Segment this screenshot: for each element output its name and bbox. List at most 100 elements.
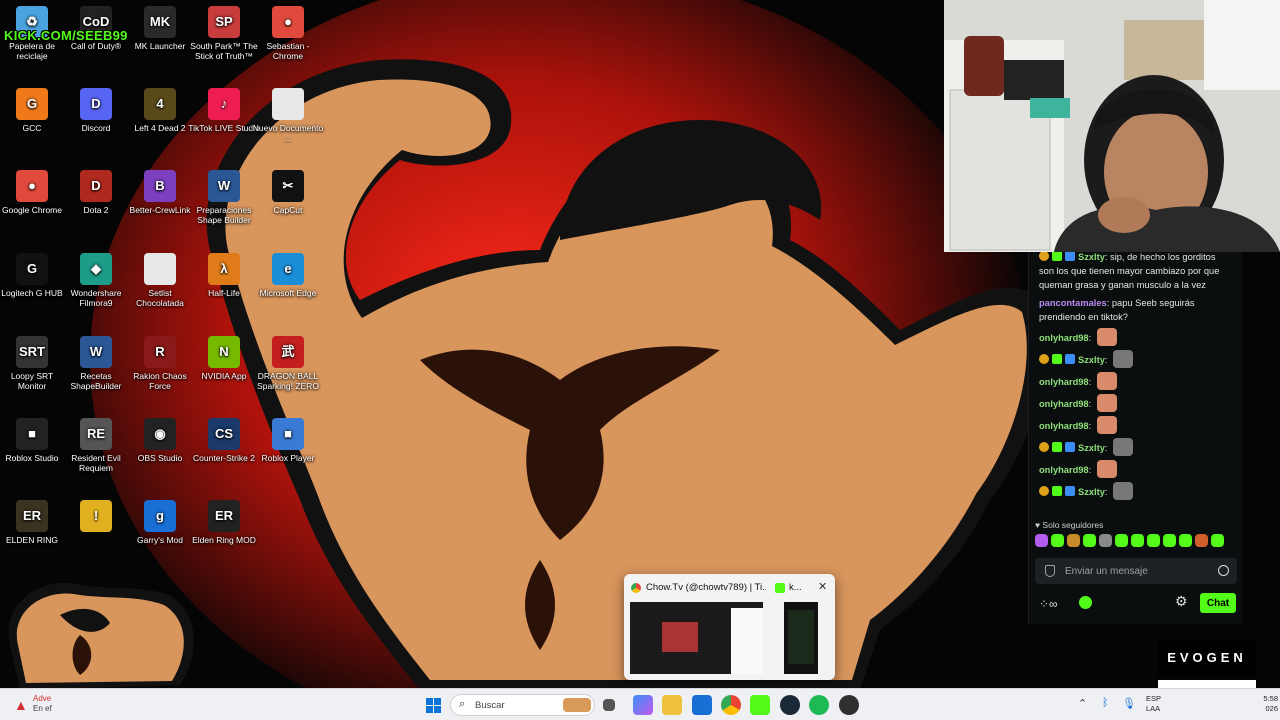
desktop-shortcut[interactable]: ER Elden Ring MOD	[188, 500, 260, 545]
preview-tab2-title[interactable]: k...	[789, 582, 802, 593]
chat-username[interactable]: onlyhard98	[1039, 377, 1089, 387]
desktop-shortcut[interactable]: ◆ Wondershare Filmora9	[60, 253, 132, 308]
desktop-shortcut-label: Recetas ShapeBuilder	[70, 371, 122, 391]
app-icon: R	[144, 336, 176, 368]
followers-only-notice: ♥ Solo seguidores	[1035, 520, 1103, 530]
language-indicator[interactable]: ESP LAA	[1146, 694, 1161, 714]
file-explorer-icon[interactable]	[662, 695, 682, 715]
chrome-taskbar-icon[interactable]	[721, 695, 741, 715]
chat-separator: :	[1088, 421, 1094, 431]
desktop-shortcut[interactable]: 4 Left 4 Dead 2	[124, 88, 196, 133]
chat-message-input[interactable]: Enviar un mensaje	[1035, 558, 1237, 584]
desktop-shortcut[interactable]: ● Google Chrome	[0, 170, 68, 215]
desktop-shortcut[interactable]: Setlist Chocolatada	[124, 253, 196, 308]
settings-gear-icon[interactable]: ⚙	[1175, 593, 1188, 610]
desktop-shortcut[interactable]: CS Counter-Strike 2	[188, 418, 260, 463]
desktop-shortcut-label: TikTok LIVE Studio	[188, 123, 260, 133]
desktop-shortcut[interactable]: N NVIDIA App	[188, 336, 260, 381]
task-view-icon[interactable]	[603, 699, 615, 711]
emote-icon[interactable]	[1195, 534, 1208, 547]
kick-logo-icon[interactable]	[1079, 596, 1092, 609]
desktop-shortcut[interactable]: MK MK Launcher	[124, 6, 196, 51]
warning-icon: ▲	[14, 697, 28, 713]
desktop-shortcut[interactable]: !	[60, 500, 132, 535]
emote-icon[interactable]	[1035, 534, 1048, 547]
desktop-shortcut[interactable]: SP South Park™ The Stick of Truth™	[188, 6, 260, 61]
emote-icon[interactable]	[1067, 534, 1080, 547]
chat-username[interactable]: Szxlty	[1078, 487, 1105, 497]
copilot-icon[interactable]	[633, 695, 653, 715]
emote-icon[interactable]	[1083, 534, 1096, 547]
emote-icon[interactable]	[1115, 534, 1128, 547]
desktop-shortcut[interactable]: G GCC	[0, 88, 68, 133]
emote-icon[interactable]	[1179, 534, 1192, 547]
desktop-shortcut[interactable]: RE Resident Evil Requiem	[60, 418, 132, 473]
bluetooth-icon[interactable]: ᛒ	[1102, 697, 1109, 709]
desktop-shortcut[interactable]: B Better-CrewLink	[124, 170, 196, 215]
obs-taskbar-icon[interactable]	[839, 695, 859, 715]
preview-tab1-title[interactable]: Chow.Tv (@chowtv789) | Ti...	[646, 582, 766, 593]
notification-widget[interactable]: Adve En ef	[33, 694, 52, 714]
app-icon: SP	[208, 6, 240, 38]
desktop-shortcut-label: Counter-Strike 2	[193, 453, 255, 463]
clock[interactable]: 5:58 026	[1254, 694, 1278, 714]
emote-icon[interactable]	[1051, 534, 1064, 547]
desktop-shortcut[interactable]: 武 DRAGON BALL Sparking! ZERO	[252, 336, 324, 391]
desktop-shortcut[interactable]: λ Half-Life	[188, 253, 260, 298]
emote-icon[interactable]	[1211, 534, 1224, 547]
chat-username[interactable]: Szxlty	[1078, 443, 1105, 453]
desktop-shortcut[interactable]: W Preparaciones Shape Builder	[188, 170, 260, 225]
desktop-shortcut[interactable]: D Dota 2	[60, 170, 132, 215]
windows-start-icon[interactable]	[426, 698, 441, 713]
desktop-shortcut[interactable]: W Recetas ShapeBuilder	[60, 336, 132, 391]
desktop-shortcut[interactable]: ■ Roblox Player	[252, 418, 324, 463]
desktop-shortcut[interactable]: Nuevo Documento ...	[252, 88, 324, 143]
microsoft-store-icon[interactable]	[692, 695, 712, 715]
emote-icon[interactable]	[1099, 534, 1112, 547]
desktop-shortcut[interactable]: e Microsoft Edge	[252, 253, 324, 298]
chat-message: Szxlty:	[1029, 436, 1243, 458]
steam-icon[interactable]	[780, 695, 800, 715]
chat-username[interactable]: Szxlty	[1078, 252, 1105, 262]
desktop-shortcut-label: Discord	[81, 123, 111, 133]
send-chat-button[interactable]: Chat	[1200, 593, 1236, 613]
desktop-shortcut[interactable]: ■ Roblox Studio	[0, 418, 68, 463]
spotify-icon[interactable]	[809, 695, 829, 715]
taskbar-thumbnail-preview[interactable]: Chow.Tv (@chowtv789) | Ti... k... ✕	[624, 574, 835, 680]
chat-username[interactable]: onlyhard98	[1039, 465, 1089, 475]
emote-icon[interactable]	[1131, 534, 1144, 547]
emote-icon[interactable]	[1163, 534, 1176, 547]
chat-username[interactable]: Szxlty	[1078, 355, 1105, 365]
taskbar-search-box[interactable]: ⌕ Buscar	[450, 694, 595, 716]
chat-username[interactable]: pancontamales	[1039, 298, 1107, 308]
emoji-icon[interactable]	[1218, 565, 1229, 576]
chat-username[interactable]: onlyhard98	[1039, 421, 1089, 431]
gift-badge-icon	[1052, 486, 1062, 496]
chat-username[interactable]: onlyhard98	[1039, 399, 1089, 409]
desktop-shortcut[interactable]: ♪ TikTok LIVE Studio	[188, 88, 260, 133]
chat-username[interactable]: onlyhard98	[1039, 333, 1089, 343]
app-icon: W	[80, 336, 112, 368]
desktop-shortcut[interactable]: ◉ OBS Studio	[124, 418, 196, 463]
preview-thumbnail-tiktok[interactable]	[630, 602, 763, 674]
desktop-shortcut[interactable]: ✂ CapCut	[252, 170, 324, 215]
desktop-shortcut[interactable]: g Garry's Mod	[124, 500, 196, 545]
desktop-shortcut[interactable]: ER ELDEN RING	[0, 500, 68, 545]
desktop-shortcut[interactable]: SRT Loopy SRT Monitor	[0, 336, 68, 391]
kick-taskbar-icon[interactable]	[750, 695, 770, 715]
cat-emote-icon	[1113, 482, 1134, 500]
chevron-up-icon[interactable]: ⌃	[1078, 697, 1087, 710]
desktop-shortcut[interactable]: G Logitech G HUB	[0, 253, 68, 298]
desktop-shortcut[interactable]: R Rakion Chaos Force	[124, 336, 196, 391]
desktop-shortcut[interactable]: D Discord	[60, 88, 132, 133]
chat-separator: :	[1104, 355, 1111, 365]
close-icon[interactable]: ✕	[818, 580, 827, 593]
emote-icon[interactable]	[1147, 534, 1160, 547]
app-icon: N	[208, 336, 240, 368]
app-icon: ■	[272, 418, 304, 450]
desktop-shortcut[interactable]: ● Sebastian - Chrome	[252, 6, 324, 61]
microphone-icon[interactable]: 🎙	[1122, 697, 1136, 710]
preview-thumbnail-kick[interactable]	[784, 602, 818, 674]
points-icon[interactable]: ⁘∞	[1039, 597, 1058, 611]
app-icon: D	[80, 88, 112, 120]
